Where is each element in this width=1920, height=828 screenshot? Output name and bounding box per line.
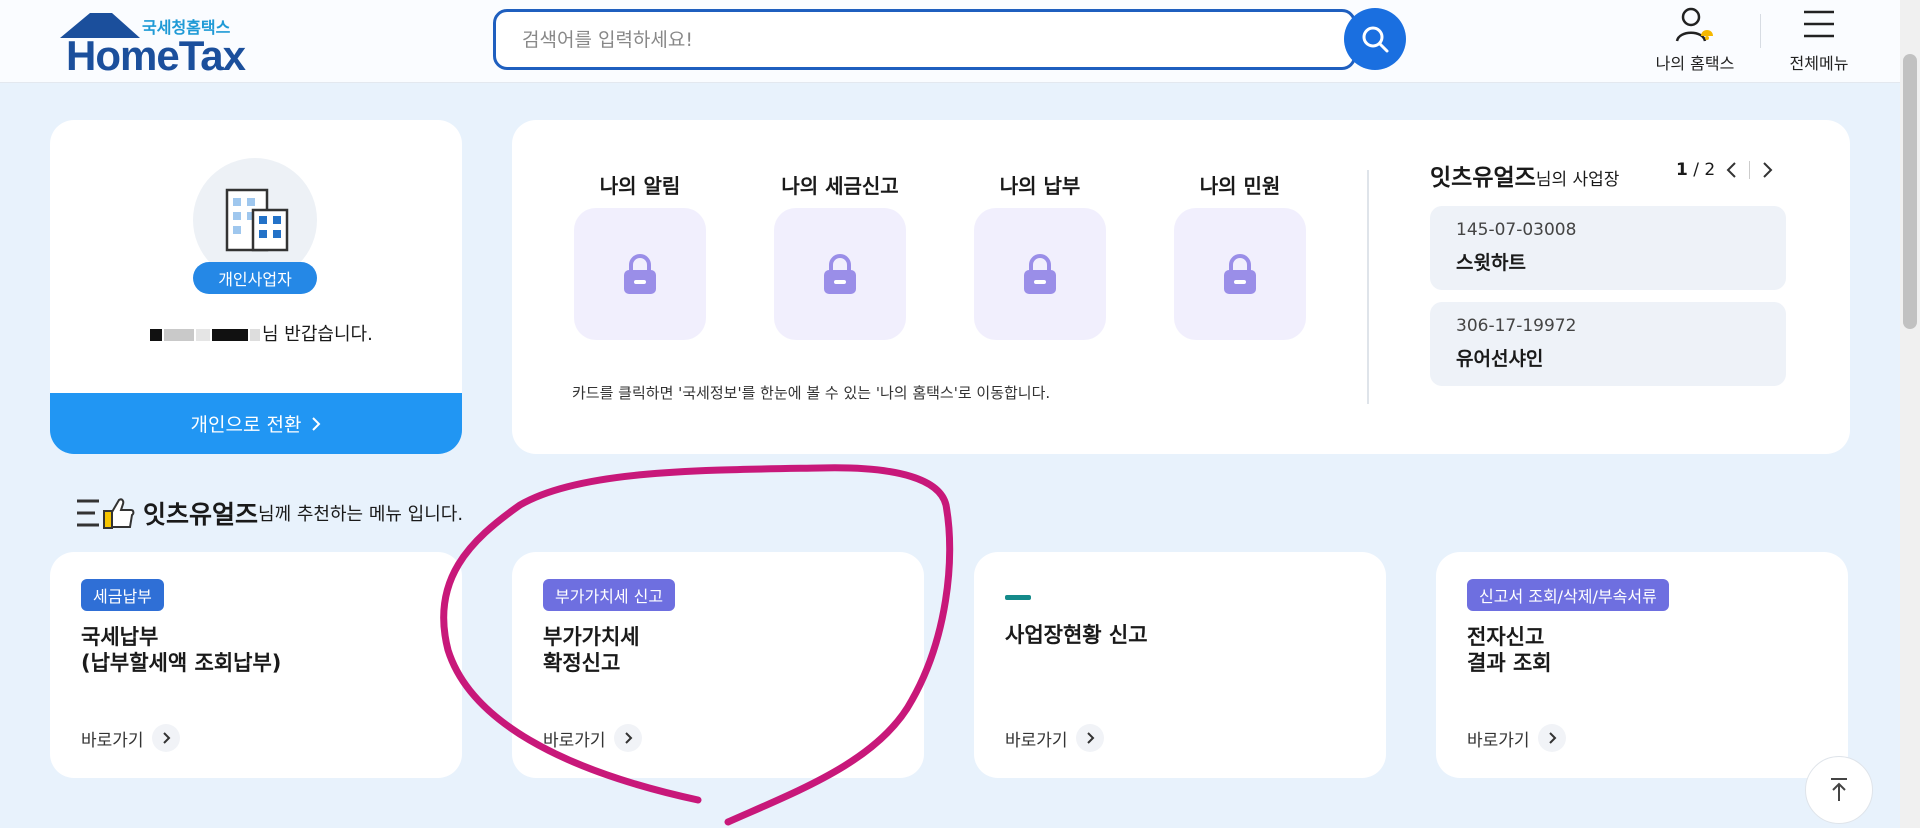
my-hometax-button[interactable]: 나의 홈택스 — [1650, 6, 1740, 74]
all-menu-button[interactable]: 전체메뉴 — [1781, 6, 1857, 74]
greeting: 님 반갑습니다. — [150, 320, 390, 350]
chevron-left-icon[interactable] — [1725, 160, 1739, 180]
shortcut-link[interactable]: 바로가기 — [1005, 724, 1104, 752]
search-icon — [1362, 26, 1389, 53]
search-box — [493, 9, 1356, 70]
greeting-text: 님 반갑습니다. — [262, 324, 373, 345]
menu-title: 전자신고 결과 조회 — [1467, 625, 1552, 675]
menu-card-business-status-report[interactable]: 사업장현황 신고 바로가기 — [974, 552, 1386, 778]
tile-title: 나의 세금신고 — [781, 174, 899, 198]
search-input[interactable] — [496, 12, 1353, 67]
lock-icon — [824, 254, 856, 294]
tile-title: 나의 납부 — [999, 174, 1081, 198]
profile-card: 개인사업자 님 반갑습니다. 개인으로 전환 — [50, 120, 462, 454]
page-current: 1 — [1676, 160, 1688, 180]
arrow-up-icon — [1831, 778, 1847, 801]
page-total: / 2 — [1693, 160, 1716, 180]
shortcut-label: 바로가기 — [543, 730, 606, 751]
lock-icon — [624, 254, 656, 294]
tile-my-tax-returns[interactable]: 나의 세금신고 — [774, 170, 906, 340]
business-name: 스윗하트 — [1456, 252, 1526, 274]
switch-label: 개인으로 전환 — [190, 414, 302, 436]
shortcut-label: 바로가기 — [81, 730, 144, 751]
lock-icon — [1024, 254, 1056, 294]
recommend-suffix: 님께 추천하는 메뉴 입니다. — [258, 504, 464, 525]
hamburger-icon — [1804, 10, 1834, 38]
my-hometax-label: 나의 홈택스 — [1655, 54, 1735, 73]
top-header: 국세청홈택스 HomeTax 나의 홈택스 전체메뉴 — [0, 0, 1900, 83]
tile-box — [574, 208, 706, 340]
menu-title: 사업장현황 신고 — [1005, 623, 1148, 647]
chevron-right-icon — [151, 724, 180, 752]
tile-title: 나의 민원 — [1199, 174, 1281, 198]
menu-title: 부가가치세 확정신고 — [543, 625, 640, 675]
card-note: 카드를 클릭하면 '국세정보'를 한눈에 볼 수 있는 '나의 홈택스'로 이동… — [572, 384, 1051, 402]
menu-card-e-filing-result[interactable]: 신고서 조회/삭제/부속서류 전자신고 결과 조회 바로가기 — [1436, 552, 1848, 778]
chevron-right-icon — [1075, 724, 1104, 752]
business-owner: 잇츠유얼즈 — [1430, 165, 1536, 191]
search-button[interactable] — [1344, 8, 1406, 70]
shortcut-label: 바로가기 — [1005, 730, 1068, 751]
shortcut-link[interactable]: 바로가기 — [1467, 724, 1566, 752]
menu-card-vat-final-return[interactable]: 부가가치세 신고 부가가치세 확정신고 바로가기 — [512, 552, 924, 778]
business-number: 145-07-03008 — [1456, 220, 1577, 240]
business-type-badge: 개인사업자 — [193, 262, 317, 294]
business-pager: 1 / 2 — [1676, 160, 1774, 180]
lock-icon — [1224, 254, 1256, 294]
shortcut-link[interactable]: 바로가기 — [81, 724, 180, 752]
accent-bar — [1005, 595, 1031, 600]
header-divider — [1760, 14, 1761, 48]
tile-my-civil-petitions[interactable]: 나의 민원 — [1174, 170, 1306, 340]
switch-to-personal-button[interactable]: 개인으로 전환 — [50, 393, 462, 454]
shortcut-label: 바로가기 — [1467, 730, 1530, 751]
business-item[interactable]: 145-07-03008 스윗하트 — [1430, 206, 1786, 290]
business-heading-suffix: 님의 사업장 — [1535, 170, 1620, 190]
building-icon — [225, 188, 289, 252]
tile-box — [774, 208, 906, 340]
business-item[interactable]: 306-17-19972 유어선샤인 — [1430, 302, 1786, 386]
menu-title: 국세납부 (납부할세액 조회납부) — [81, 625, 282, 675]
category-badge: 부가가치세 신고 — [543, 579, 676, 611]
shortcut-link[interactable]: 바로가기 — [543, 724, 642, 752]
chevron-right-icon — [613, 724, 642, 752]
recommend-heading: 잇츠유얼즈 님께 추천하는 메뉴 입니다. — [75, 494, 463, 532]
all-menu-label: 전체메뉴 — [1789, 54, 1849, 73]
category-badge: 세금납부 — [81, 579, 164, 611]
chevron-right-icon — [1537, 724, 1566, 752]
hometax-logo[interactable]: 국세청홈택스 HomeTax — [50, 10, 246, 79]
vertical-divider — [1367, 170, 1369, 404]
scrollbar-thumb[interactable] — [1903, 54, 1917, 329]
tile-box — [974, 208, 1106, 340]
tile-box — [1174, 208, 1306, 340]
business-name: 유어선샤인 — [1456, 348, 1544, 370]
chevron-right-icon — [312, 416, 321, 431]
user-bell-icon — [1675, 7, 1713, 42]
menu-card-national-tax-payment[interactable]: 세금납부 국세납부 (납부할세액 조회납부) 바로가기 — [50, 552, 462, 778]
business-number: 306-17-19972 — [1456, 316, 1577, 336]
thumbs-up-icon — [77, 498, 135, 529]
masked-username — [150, 325, 260, 345]
pager-divider — [1749, 161, 1751, 179]
chevron-right-icon[interactable] — [1760, 160, 1774, 180]
recommend-owner: 잇츠유얼즈 — [143, 500, 259, 529]
tile-title: 나의 알림 — [599, 174, 681, 198]
category-badge: 신고서 조회/삭제/부속서류 — [1467, 579, 1669, 611]
my-hometax-card: 나의 알림 나의 세금신고 나의 납부 나의 민원 카드를 클릭하면 '국세정보… — [512, 120, 1850, 454]
scroll-to-top-button[interactable] — [1805, 756, 1873, 824]
business-heading: 잇츠유얼즈님의 사업장 — [1430, 158, 1619, 192]
tile-my-payments[interactable]: 나의 납부 — [974, 170, 1106, 340]
tile-my-notifications[interactable]: 나의 알림 — [574, 170, 706, 340]
logo-title: HomeTax — [66, 32, 246, 79]
